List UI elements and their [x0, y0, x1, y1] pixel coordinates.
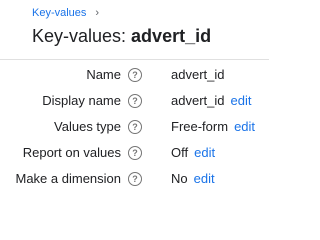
- edit-make-a-dimension-link[interactable]: edit: [194, 171, 215, 186]
- header-divider: [0, 59, 269, 60]
- row-name: Name ? advert_id: [0, 66, 269, 84]
- row-value: advert_id: [171, 66, 224, 84]
- row-make-a-dimension: Make a dimension ? No edit: [0, 170, 269, 188]
- edit-values-type-link[interactable]: edit: [234, 119, 255, 134]
- row-label: Values type: [54, 119, 121, 134]
- help-icon[interactable]: ?: [128, 68, 142, 82]
- row-label: Report on values: [22, 145, 121, 160]
- page-title-key-name: advert_id: [131, 26, 212, 46]
- help-icon[interactable]: ?: [128, 120, 142, 134]
- page-title: Key-values: advert_id: [32, 24, 211, 48]
- values-type-value: Free-form: [171, 119, 229, 134]
- make-a-dimension-value: No: [171, 171, 188, 186]
- row-values-type: Values type ? Free-form edit: [0, 118, 269, 136]
- help-icon[interactable]: ?: [128, 94, 142, 108]
- breadcrumb: Key-values ›: [32, 5, 99, 21]
- edit-display-name-link[interactable]: edit: [230, 93, 251, 108]
- help-icon[interactable]: ?: [128, 146, 142, 160]
- row-value: Free-form edit: [171, 118, 255, 136]
- edit-report-on-values-link[interactable]: edit: [194, 145, 215, 160]
- display-name-value: advert_id: [171, 93, 225, 108]
- row-label: Make a dimension: [15, 171, 122, 186]
- key-value-detail-page: Key-values › Key-values: advert_id Name …: [0, 0, 269, 209]
- help-icon[interactable]: ?: [128, 172, 142, 186]
- row-label: Display name: [42, 93, 121, 108]
- report-on-values-value: Off: [171, 145, 189, 160]
- row-value: Off edit: [171, 144, 215, 162]
- row-value: No edit: [171, 170, 215, 188]
- name-value: advert_id: [171, 67, 225, 82]
- row-value: advert_id edit: [171, 92, 251, 110]
- page-title-prefix: Key-values:: [32, 26, 132, 46]
- chevron-right-icon: ›: [95, 7, 100, 19]
- row-report-on-values: Report on values ? Off edit: [0, 144, 269, 162]
- row-label: Name: [86, 67, 121, 82]
- row-display-name: Display name ? advert_id edit: [0, 92, 269, 110]
- breadcrumb-link-key-values[interactable]: Key-values: [32, 7, 86, 19]
